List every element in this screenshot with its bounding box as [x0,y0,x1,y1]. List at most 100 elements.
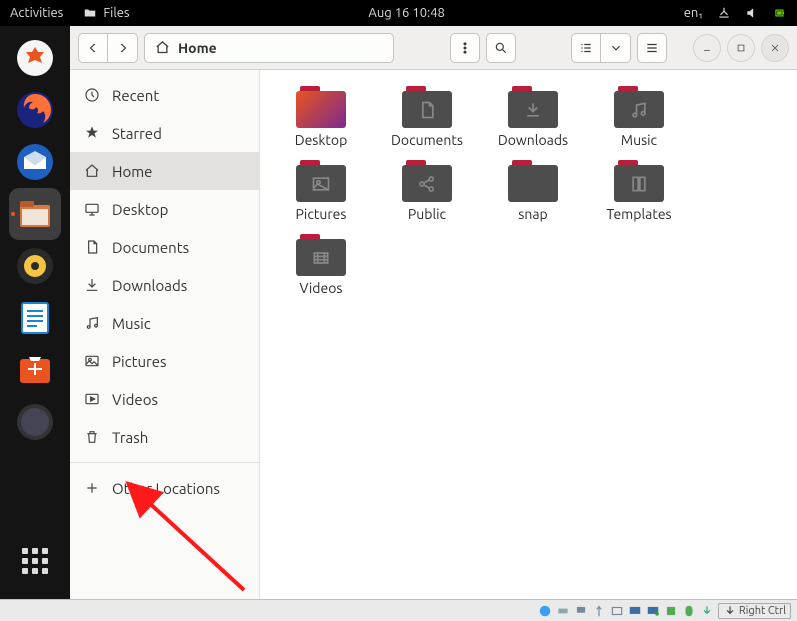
sidebar-item-videos[interactable]: Videos [70,380,259,418]
dock-item-writer[interactable] [9,292,61,344]
hamburger-menu-button[interactable] [637,33,667,63]
folder-icon [402,160,452,202]
hamburger-icon [645,41,659,55]
path-bar[interactable]: Home [144,33,394,63]
dock-item-files[interactable] [9,188,61,240]
vm-hdd-icon[interactable] [556,604,570,618]
sidebar-item-downloads[interactable]: Downloads [70,266,259,304]
network-icon[interactable] [717,6,731,20]
vm-host-key[interactable]: Right Ctrl [718,603,791,619]
list-icon [579,41,593,55]
search-button[interactable] [486,33,516,63]
sidebar-item-trash[interactable]: Trash [70,418,259,456]
star-icon [84,125,100,141]
file-view[interactable]: Desktop DocumentsDownloadsMusic Pictures Pu… [260,70,797,599]
vm-shared-icon[interactable] [610,604,624,618]
back-button[interactable] [78,33,108,63]
dock-item-thunderbird[interactable] [9,136,61,188]
key-down-icon [723,604,737,618]
folder-documents[interactable]: Documents [374,86,480,160]
vm-usb-icon[interactable] [592,604,606,618]
folder-music[interactable]: Music [586,86,692,160]
input-source-indicator[interactable]: en₁ [684,6,703,20]
sidebar-item-label: Recent [112,87,159,104]
folder-icon [508,160,558,202]
chevron-left-icon [86,41,100,55]
folder-pictures[interactable]: Pictures [268,160,374,234]
titlebar: Home [70,26,797,70]
folder-templates[interactable]: Templates [586,160,692,234]
folder-icon [296,160,346,202]
chevron-right-icon [116,41,130,55]
maximize-icon [736,43,746,53]
dock-item-rhythmbox[interactable] [9,240,61,292]
dock-item-settings[interactable] [9,32,61,84]
folder-snap[interactable]: snap [480,160,586,234]
sidebar-item-label: Documents [112,239,189,256]
firefox-icon [14,89,56,131]
sidebar-item-label: Downloads [112,277,187,294]
view-switcher [571,33,631,63]
trash-icon [84,429,100,445]
file-label: Desktop [295,132,348,148]
music-icon [84,315,100,331]
maximize-button[interactable] [727,34,755,62]
battery-icon[interactable] [773,6,787,20]
videos-icon [84,391,100,407]
file-label: Videos [300,280,343,296]
show-applications-button[interactable] [9,535,61,587]
sidebar-item-label: Desktop [112,201,168,218]
files-icon [14,193,56,235]
vm-cpu-icon[interactable] [664,604,678,618]
minimize-button[interactable] [693,34,721,62]
view-dropdown-button[interactable] [601,33,631,63]
forward-button[interactable] [108,33,138,63]
writer-icon [14,297,56,339]
vm-disc-icon[interactable] [538,604,552,618]
vm-key-down-icon[interactable] [700,604,714,618]
dock-item-firefox[interactable] [9,84,61,136]
sidebar-item-label: Home [112,163,152,180]
sidebar-item-recent[interactable]: Recent [70,76,259,114]
folder-downloads[interactable]: Downloads [480,86,586,160]
folder-desktop[interactable]: Desktop [268,86,374,160]
chevron-down-icon [609,41,623,55]
sidebar-item-desktop[interactable]: Desktop [70,190,259,228]
nav-buttons [78,33,138,63]
recent-icon [84,87,100,103]
folder-public[interactable]: Public [374,160,480,234]
dock-item-help[interactable] [9,396,61,448]
volume-icon[interactable] [745,6,759,20]
clock[interactable]: Aug 16 10:48 [130,6,684,20]
desktop-icon [84,201,100,217]
dock-item-software[interactable] [9,344,61,396]
activities-button[interactable]: Activities [10,6,63,20]
downloads-icon [84,277,100,293]
places-sidebar: Recent Starred Home Desktop Documents Downloa… [70,70,260,599]
folder-icon [83,6,97,20]
folder-icon [402,86,452,128]
ubuntu-dock [0,26,70,599]
vm-mouse-icon[interactable] [682,604,696,618]
sidebar-item-music[interactable]: Music [70,304,259,342]
sidebar-item-pictures[interactable]: Pictures [70,342,259,380]
gnome-top-panel: Activities Files Aug 16 10:48 en₁ [0,0,797,26]
sidebar-item-star[interactable]: Starred [70,114,259,152]
path-menu-button[interactable] [450,33,480,63]
sidebar-item-home[interactable]: Home [70,152,259,190]
file-label: Templates [606,206,671,222]
file-label: Pictures [296,206,347,222]
vm-record-icon[interactable] [646,604,660,618]
kebab-icon [458,41,472,55]
sidebar-item-documents[interactable]: Documents [70,228,259,266]
vm-network-icon[interactable] [574,604,588,618]
close-button[interactable] [761,34,789,62]
vm-display-icon[interactable] [628,604,642,618]
folder-videos[interactable]: Videos [268,234,374,308]
software-icon [14,349,56,391]
sidebar-item-plus[interactable]: Other Locations [70,469,259,507]
current-app-indicator[interactable]: Files [83,6,129,20]
plus-icon [84,480,100,496]
vm-status-bar: Right Ctrl [0,599,797,621]
list-view-button[interactable] [571,33,601,63]
